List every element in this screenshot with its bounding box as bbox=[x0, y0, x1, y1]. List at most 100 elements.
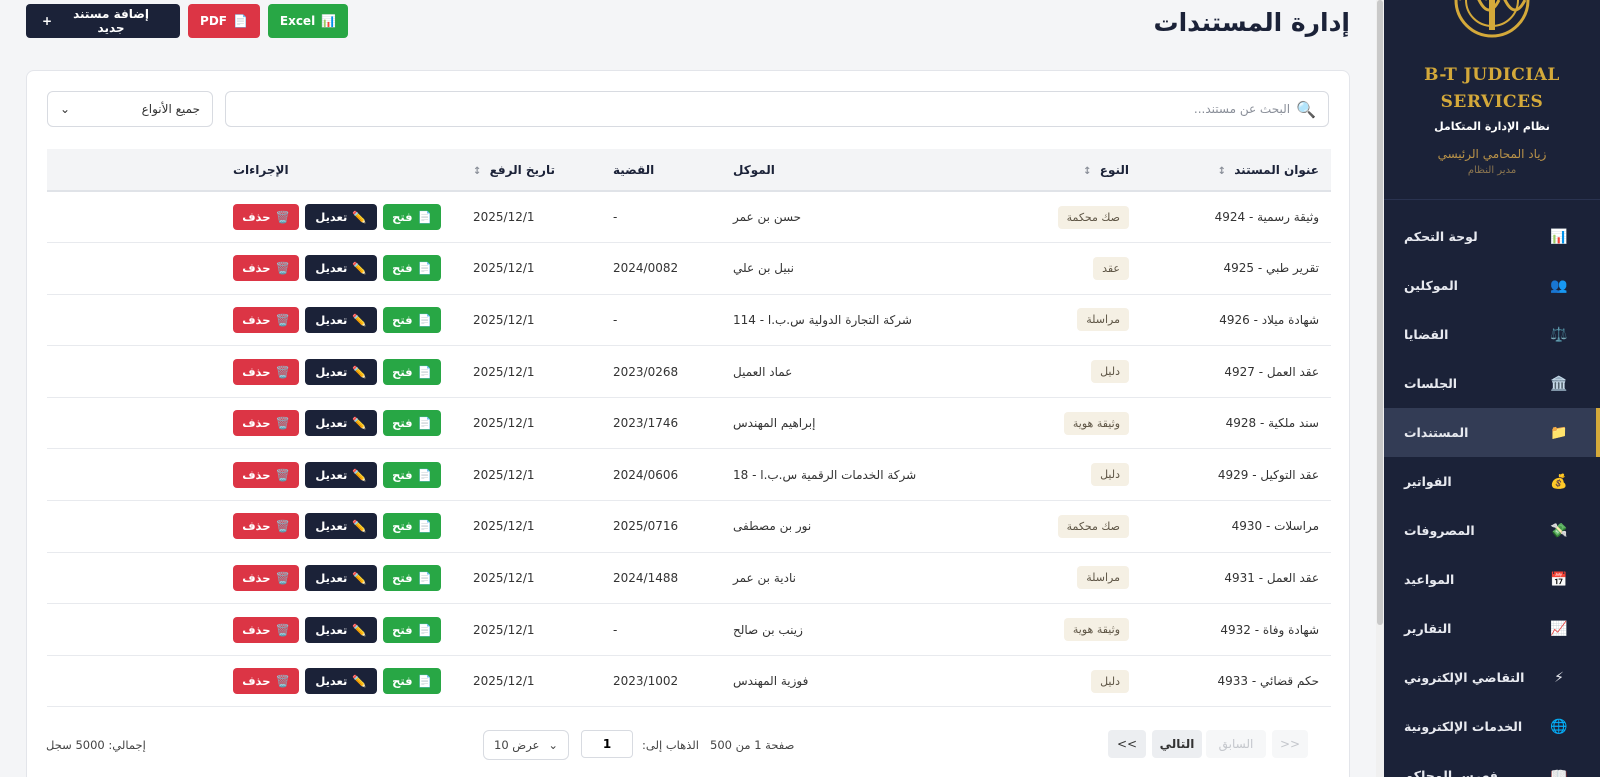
edit-document-button[interactable]: ✏️ تعديل bbox=[305, 616, 377, 643]
delete-document-button[interactable]: 🗑️ حذف bbox=[233, 513, 299, 540]
cell-actions: 📄 فتح ✏️ تعديل 🗑️ حذف bbox=[221, 397, 461, 449]
per-page-select[interactable]: ⌄ عرض 10 bbox=[483, 730, 569, 760]
cell-spacer bbox=[47, 191, 221, 243]
next-page-button[interactable]: التالي bbox=[1152, 730, 1202, 758]
delete-document-button[interactable]: 🗑️ حذف bbox=[233, 461, 299, 488]
search-input[interactable] bbox=[238, 102, 1291, 116]
sidebar-item-6[interactable]: 💸 المصروفات bbox=[1384, 506, 1600, 555]
cell-spacer bbox=[47, 346, 221, 398]
cell-title: مراسلات - 4930 bbox=[1231, 519, 1319, 534]
open-document-button[interactable]: 📄 فتح bbox=[383, 358, 441, 385]
trend-chart-icon: 📈 bbox=[1550, 620, 1568, 637]
cell-spacer bbox=[47, 501, 221, 553]
open-document-button[interactable]: 📄 فتح bbox=[383, 255, 441, 282]
prev-page-button[interactable]: السابق bbox=[1206, 730, 1266, 758]
scrollbar-thumb[interactable] bbox=[1377, 0, 1383, 625]
cell-case: 2023/1746 bbox=[613, 416, 679, 431]
edit-document-button[interactable]: ✏️ تعديل bbox=[305, 668, 377, 695]
sidebar-item-0[interactable]: 📊 لوحة التحكم bbox=[1384, 212, 1600, 261]
sidebar-item-1[interactable]: 👥 الموكلين bbox=[1384, 261, 1600, 310]
edit-document-button[interactable]: ✏️ تعديل bbox=[305, 358, 377, 385]
cell-client: شركة التجارة الدولية س.ب.ا - 114 bbox=[733, 312, 912, 327]
add-document-button[interactable]: + إضافة مستند جديد bbox=[26, 4, 180, 38]
open-document-button[interactable]: 📄 فتح bbox=[383, 306, 441, 333]
sidebar-item-label: الفواتير bbox=[1404, 474, 1452, 489]
delete-document-button[interactable]: 🗑️ حذف bbox=[233, 410, 299, 437]
edit-document-button[interactable]: ✏️ تعديل bbox=[305, 513, 377, 540]
table-row: حكم قضائي - 4933 دليل فوزية المهندس 2023/10… bbox=[47, 655, 1331, 707]
col-header-spacer bbox=[47, 149, 221, 191]
cell-type: صك محكمة bbox=[1031, 501, 1141, 553]
cell-case: - bbox=[613, 312, 618, 327]
edit-document-button[interactable]: ✏️ تعديل bbox=[305, 564, 377, 591]
sidebar-item-2[interactable]: ⚖️ القضايا bbox=[1384, 310, 1600, 359]
col-header-client: الموكل bbox=[733, 162, 775, 177]
document-icon: 📄 bbox=[417, 210, 432, 225]
open-document-button[interactable]: 📄 فتح bbox=[383, 461, 441, 488]
open-document-button[interactable]: 📄 فتح bbox=[383, 616, 441, 643]
cell-actions: 📄 فتح ✏️ تعديل 🗑️ حذف bbox=[221, 655, 461, 707]
cell-date: 2025/12/1 bbox=[473, 519, 535, 534]
sidebar-item-8[interactable]: 📈 التقارير bbox=[1384, 604, 1600, 653]
sidebar-item-9[interactable]: ⚡ التقاضي الإلكتروني bbox=[1384, 653, 1600, 702]
trash-icon: 🗑️ bbox=[275, 570, 290, 585]
sort-icon: ↕ bbox=[1083, 165, 1092, 177]
delete-document-button[interactable]: 🗑️ حذف bbox=[233, 306, 299, 333]
col-header-type[interactable]: النوع ↕ bbox=[1031, 149, 1141, 191]
edit-document-button[interactable]: ✏️ تعديل bbox=[305, 255, 377, 282]
page-scrollbar[interactable] bbox=[1376, 0, 1384, 777]
delete-document-button[interactable]: 🗑️ حذف bbox=[233, 255, 299, 282]
sidebar-item-5[interactable]: 💰 الفواتير bbox=[1384, 457, 1600, 506]
user-role: مدير النظام bbox=[1467, 165, 1517, 176]
sidebar-item-11[interactable]: 📖 فهرس المحاكم bbox=[1384, 751, 1600, 777]
table-row: شهادة وفاة - 4932 وثيقة هوية زينب بن صالح -… bbox=[47, 604, 1331, 656]
first-page-button[interactable]: << bbox=[1272, 730, 1308, 758]
cell-date: 2025/12/1 bbox=[473, 467, 535, 482]
sidebar-item-10[interactable]: 🌐 الخدمات الإلكترونية bbox=[1384, 702, 1600, 751]
cell-date: 2025/12/1 bbox=[473, 416, 535, 431]
sidebar-item-label: لوحة التحكم bbox=[1404, 229, 1478, 244]
documents-table: عنوان المستند ↕ النوع ↕ الموكل القضية تا… bbox=[47, 149, 1331, 707]
export-pdf-button[interactable]: PDF 📄 bbox=[188, 4, 260, 38]
cell-date: 2025/12/1 bbox=[473, 622, 535, 637]
delete-document-button[interactable]: 🗑️ حذف bbox=[233, 616, 299, 643]
scales-icon: ⚖️ bbox=[1550, 326, 1568, 343]
total-records: إجمالي: 5000 سجل bbox=[46, 738, 146, 752]
user-name: زياد المحامي الرئيسي bbox=[1437, 147, 1547, 161]
trash-icon: 🗑️ bbox=[275, 210, 290, 225]
table-row: شهادة ميلاد - 4926 مراسلة شركة التجارة الد… bbox=[47, 294, 1331, 346]
col-header-actions: الإجراءات bbox=[233, 162, 289, 177]
col-header-title[interactable]: عنوان المستند ↕ bbox=[1141, 149, 1331, 191]
col-header-date[interactable]: تاريخ الرفع ↕ bbox=[461, 149, 601, 191]
edit-document-button[interactable]: ✏️ تعديل bbox=[305, 204, 377, 231]
delete-document-button[interactable]: 🗑️ حذف bbox=[233, 668, 299, 695]
type-filter-select[interactable]: جميع الأنواع ⌄ bbox=[47, 91, 213, 127]
delete-document-button[interactable]: 🗑️ حذف bbox=[233, 564, 299, 591]
last-page-button[interactable]: >> bbox=[1108, 730, 1146, 758]
export-excel-button[interactable]: Excel 📊 bbox=[268, 4, 348, 38]
pencil-icon: ✏️ bbox=[352, 622, 367, 637]
open-document-button[interactable]: 📄 فتح bbox=[383, 513, 441, 540]
cell-spacer bbox=[47, 294, 221, 346]
open-document-button[interactable]: 📄 فتح bbox=[383, 204, 441, 231]
sidebar-item-4[interactable]: 📁 المستندات bbox=[1384, 408, 1600, 457]
cell-actions: 📄 فتح ✏️ تعديل 🗑️ حذف bbox=[221, 604, 461, 656]
cell-case: - bbox=[613, 622, 618, 637]
goto-page-input[interactable] bbox=[581, 730, 633, 758]
open-document-button[interactable]: 📄 فتح bbox=[383, 564, 441, 591]
sidebar-item-3[interactable]: 🏛️ الجلسات bbox=[1384, 359, 1600, 408]
document-icon: 📄 bbox=[417, 416, 432, 431]
sidebar-item-7[interactable]: 📅 المواعيد bbox=[1384, 555, 1600, 604]
document-icon: 📄 bbox=[417, 312, 432, 327]
open-document-button[interactable]: 📄 فتح bbox=[383, 410, 441, 437]
pencil-icon: ✏️ bbox=[352, 519, 367, 534]
open-document-button[interactable]: 📄 فتح bbox=[383, 668, 441, 695]
edit-document-button[interactable]: ✏️ تعديل bbox=[305, 306, 377, 333]
cell-spacer bbox=[47, 552, 221, 604]
delete-document-button[interactable]: 🗑️ حذف bbox=[233, 358, 299, 385]
delete-document-button[interactable]: 🗑️ حذف bbox=[233, 204, 299, 231]
document-icon: 📄 bbox=[417, 467, 432, 482]
edit-document-button[interactable]: ✏️ تعديل bbox=[305, 410, 377, 437]
edit-document-button[interactable]: ✏️ تعديل bbox=[305, 461, 377, 488]
search-box[interactable]: 🔍 bbox=[225, 91, 1329, 127]
